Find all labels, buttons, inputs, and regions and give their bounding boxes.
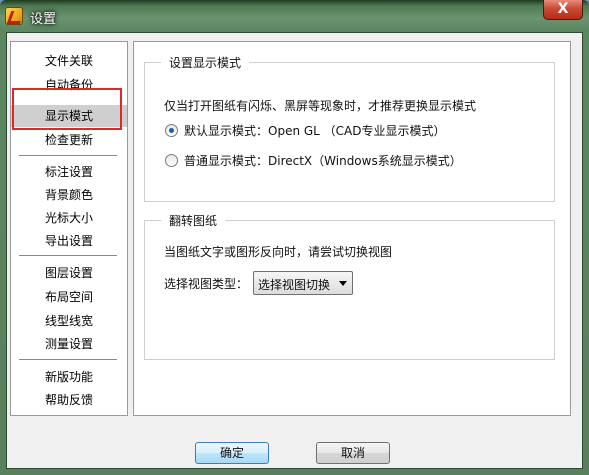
sidebar-item-annotation-settings[interactable]: 标注设置	[11, 161, 127, 183]
radio-opengl-label[interactable]: 默认显示模式：Open GL （CAD专业显示模式）	[184, 122, 446, 139]
display-mode-description: 仅当打开图纸有闪烁、黑屏等现象时，才推荐更换显示模式	[164, 99, 477, 113]
sidebar-divider	[19, 155, 117, 156]
radio-opengl[interactable]	[165, 124, 178, 137]
flip-drawing-group-title: 翻转图纸	[161, 212, 226, 229]
sidebar-item-layer-settings[interactable]: 图层设置	[11, 262, 127, 284]
sidebar-divider	[19, 255, 117, 256]
close-button[interactable]: X	[543, 0, 583, 20]
window-title: 设置	[30, 12, 57, 27]
view-type-value: 选择视图切换	[258, 278, 331, 292]
sidebar-item-check-updates[interactable]: 检查更新	[11, 129, 127, 151]
display-mode-group: 设置显示模式 仅当打开图纸有闪烁、黑屏等现象时，才推荐更换显示模式 默认显示模式…	[144, 54, 555, 202]
sidebar-item-measure-settings[interactable]: 测量设置	[11, 333, 127, 355]
display-mode-group-title: 设置显示模式	[161, 54, 250, 71]
view-type-label: 选择视图类型：	[164, 277, 249, 291]
sidebar-item-help-feedback[interactable]: 帮助反馈	[11, 389, 127, 411]
flip-description: 当图纸文字或图形反向时，请尝试切换视图	[164, 245, 393, 259]
sidebar-item-background-color[interactable]: 背景颜色	[11, 184, 127, 206]
sidebar-item-linetype-width[interactable]: 线型线宽	[11, 310, 127, 332]
sidebar-item-layout-space[interactable]: 布局空间	[11, 286, 127, 308]
sidebar-item-new-features[interactable]: 新版功能	[11, 366, 127, 388]
highlight-annotation-box	[12, 88, 122, 130]
sidebar-item-cursor-size[interactable]: 光标大小	[11, 207, 127, 229]
sidebar-divider	[19, 359, 117, 360]
flip-drawing-group: 翻转图纸 当图纸文字或图形反向时，请尝试切换视图 选择视图类型： 选择视图切换	[144, 212, 555, 360]
chevron-down-icon	[339, 281, 347, 286]
app-logo-icon	[5, 7, 23, 25]
settings-content-panel: 设置显示模式 仅当打开图纸有闪烁、黑屏等现象时，才推荐更换显示模式 默认显示模式…	[133, 41, 571, 416]
settings-window: 设置 X 文件关联 自动备份 显示模式 检查更新 标注设置 背景颜色 光标大小 …	[0, 0, 589, 475]
ok-button[interactable]: 确定	[195, 442, 269, 464]
radio-directx-label[interactable]: 普通显示模式：DirectX（Windows系统显示模式）	[184, 152, 462, 169]
sidebar-item-export-settings[interactable]: 导出设置	[11, 230, 127, 252]
view-type-dropdown[interactable]: 选择视图切换	[253, 271, 353, 295]
sidebar-item-file-association[interactable]: 文件关联	[11, 50, 127, 72]
title-bar[interactable]: 设置 X	[0, 0, 589, 32]
radio-directx[interactable]	[165, 154, 178, 167]
cancel-button[interactable]: 取消	[316, 442, 390, 464]
